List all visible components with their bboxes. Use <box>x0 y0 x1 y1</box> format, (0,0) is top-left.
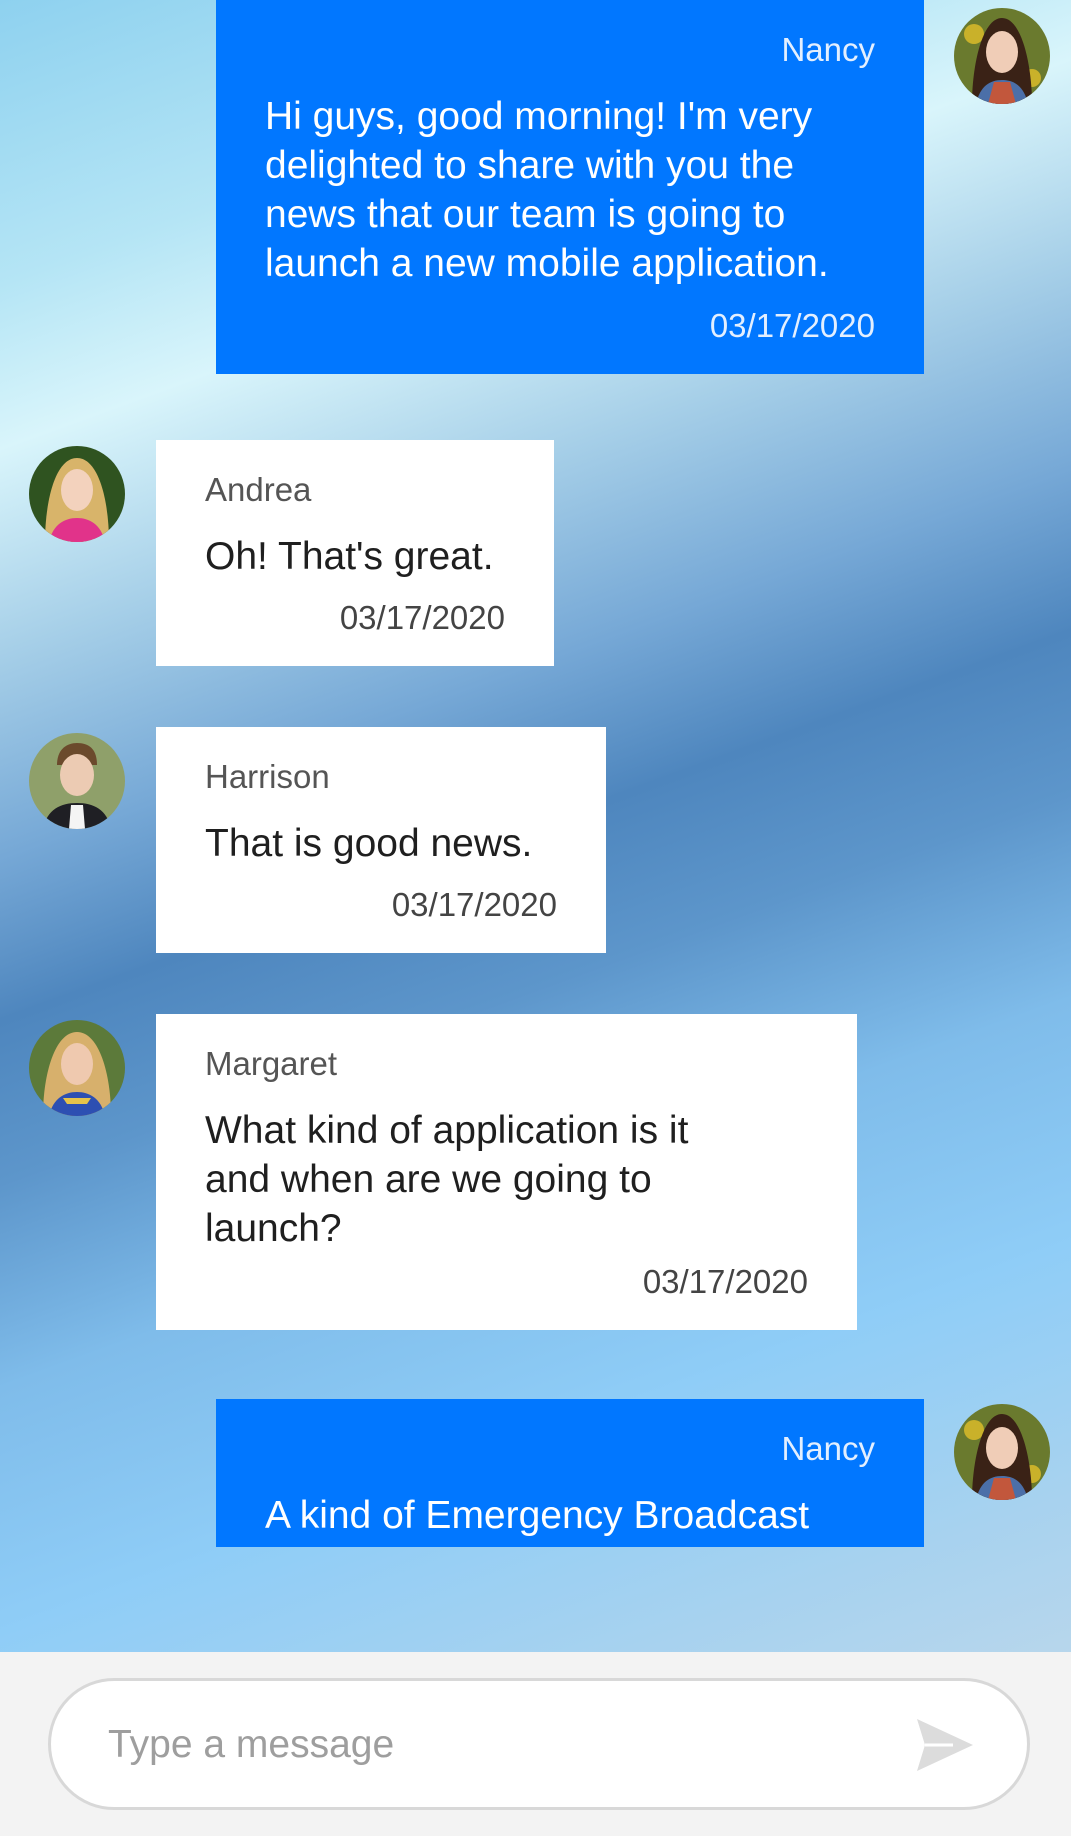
message-bubble[interactable]: Andrea Oh! That's great. 03/17/2020 <box>156 440 554 666</box>
sender-name: Harrison <box>205 758 330 795</box>
message-text: Hi guys, good morning! I'm very delighte… <box>265 95 829 285</box>
message-text: A kind of Emergency Broadcast <box>265 1494 810 1537</box>
message-timestamp: 03/17/2020 <box>709 307 875 344</box>
message-composer <box>0 1652 1071 1836</box>
avatar-nancy[interactable] <box>954 1404 1050 1500</box>
sender-name: Nancy <box>781 1430 875 1467</box>
avatar-margaret[interactable] <box>29 1020 125 1116</box>
message-input[interactable] <box>106 1711 890 1779</box>
avatar-image <box>29 1020 125 1116</box>
message-timestamp: 03/17/2020 <box>339 599 505 636</box>
message-bubble[interactable]: Harrison That is good news. 03/17/2020 <box>156 727 606 953</box>
message-text: What kind of application is it and when … <box>205 1109 689 1250</box>
avatar-image <box>954 8 1050 104</box>
message-bubble[interactable]: Nancy Hi guys, good morning! I'm very de… <box>216 0 924 374</box>
message-text: That is good news. <box>205 822 533 865</box>
avatar-image <box>29 733 125 829</box>
message-timestamp: 03/17/2020 <box>642 1263 808 1300</box>
message-bubble[interactable]: Margaret What kind of application is it … <box>156 1014 857 1330</box>
avatar-andrea[interactable] <box>29 446 125 542</box>
avatar-nancy[interactable] <box>954 8 1050 104</box>
avatar-harrison[interactable] <box>29 733 125 829</box>
sender-name: Margaret <box>205 1045 338 1082</box>
send-button[interactable] <box>915 1717 975 1773</box>
avatar-image <box>954 1404 1050 1500</box>
sender-name: Andrea <box>205 471 312 508</box>
message-text: Oh! That's great. <box>205 535 494 578</box>
message-bubble[interactable]: Nancy A kind of Emergency Broadcast <box>216 1399 924 1547</box>
chat-area[interactable]: Nancy Hi guys, good morning! I'm very de… <box>0 0 1071 1652</box>
sender-name: Nancy <box>781 31 875 68</box>
send-icon <box>917 1719 973 1771</box>
avatar-image <box>29 446 125 542</box>
message-timestamp: 03/17/2020 <box>391 886 557 923</box>
message-input-container[interactable] <box>48 1678 1030 1810</box>
